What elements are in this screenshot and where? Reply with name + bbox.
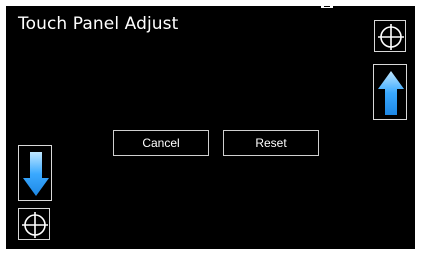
reset-button[interactable]: Reset [223,130,319,156]
cancel-button[interactable]: Cancel [113,130,209,156]
calibration-target-bottom-left[interactable] [18,208,50,240]
calibration-target-top-right[interactable] [374,20,406,52]
down-arrow-icon [23,152,49,196]
up-arrow-icon [378,71,404,115]
page-title: Touch Panel Adjust [18,14,179,34]
arrow-down-indicator [18,145,52,201]
crosshair-target-icon [378,24,404,50]
arrow-up-indicator [373,64,407,120]
touch-panel-adjust-screen: Touch Panel Adjust Cancel Reset [6,6,415,249]
indicator-icon [321,6,333,8]
crosshair-target-icon [22,212,48,238]
